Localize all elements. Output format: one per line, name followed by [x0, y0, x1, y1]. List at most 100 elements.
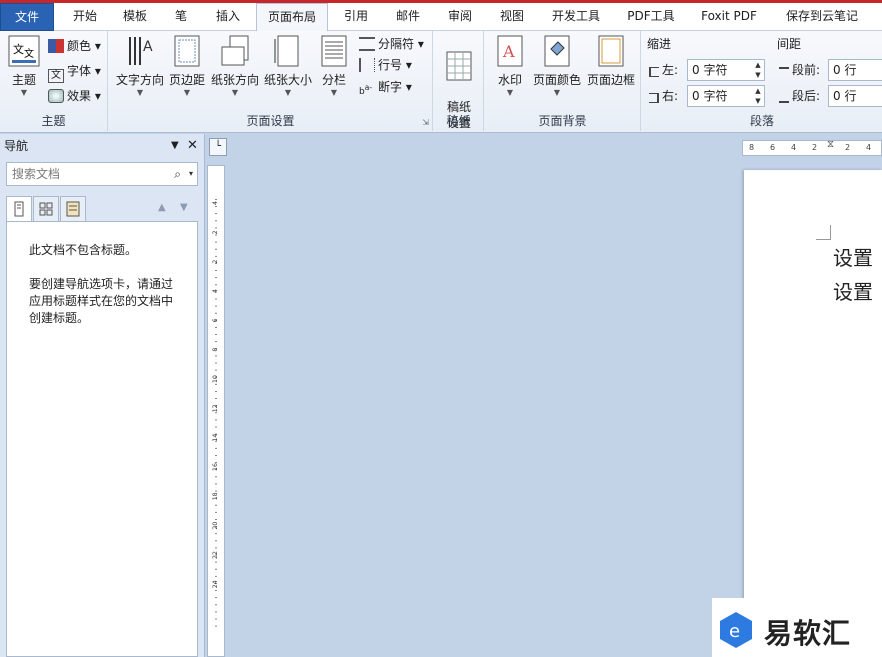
spacing-after-icon: [779, 93, 789, 103]
columns-button[interactable]: 分栏 ▼: [319, 35, 349, 98]
navigation-pane: 导航 ▼ ✕ 搜索文档 ⌕ ▾ ▲ ▼ 此文档不包含标题。 要创建导航选项卡，请…: [0, 134, 205, 657]
page-border-icon: [598, 35, 624, 67]
navigation-results: 此文档不包含标题。 要创建导航选项卡，请通过应用标题样式在您的文档中创建标题。: [6, 221, 198, 657]
orientation-button[interactable]: 纸张方向 ▼: [210, 35, 260, 98]
theme-fonts-button[interactable]: 文字体 ▾: [48, 60, 101, 83]
margin-corner-mark: [816, 225, 831, 240]
line-numbers-button[interactable]: 行号 ▾: [359, 54, 412, 76]
chevron-down-icon: ▼: [20, 88, 28, 97]
chevron-down-icon: ▼: [183, 88, 191, 97]
tab-stop-selector[interactable]: └: [209, 138, 227, 156]
page-border-button[interactable]: 页面边框: [585, 35, 637, 88]
search-document-input[interactable]: 搜索文档 ⌕ ▾: [6, 162, 198, 186]
spacing-after-text: 段后:: [792, 89, 821, 103]
font-icon: 文: [48, 69, 64, 83]
spacing-heading: 间距: [777, 37, 802, 51]
ribbon: 文文 主题 ▼ 颜色 ▾ 文字体 ▾ 效果 ▾ 主题 A 文字方向 ▼ 页边距 …: [0, 31, 882, 133]
spacing-before-input[interactable]: 0 行: [828, 59, 882, 81]
watermark-overlay: e 易软汇: [712, 598, 882, 657]
close-icon[interactable]: ✕: [187, 134, 198, 158]
spin-arrows-icon[interactable]: ▲ ▼: [752, 86, 764, 106]
tab-home[interactable]: 开始: [62, 3, 108, 31]
pane-menu-icon[interactable]: ▼: [171, 134, 179, 158]
tab-mailings[interactable]: 邮件: [385, 3, 431, 31]
breaks-button[interactable]: 分隔符 ▾: [359, 33, 424, 55]
document-page: 设置 设置: [744, 170, 882, 657]
tab-headings-view[interactable]: [6, 196, 32, 222]
ruler-tick-label: 18: [212, 492, 219, 500]
indent-left-value: 0 字符: [692, 63, 728, 77]
margins-button[interactable]: 页边距 ▼: [169, 35, 205, 98]
tab-pen[interactable]: 笔: [162, 3, 200, 31]
tab-references[interactable]: 引用: [333, 3, 379, 31]
page-color-button[interactable]: 页面颜色 ▼: [532, 35, 582, 98]
tab-pages-view[interactable]: [33, 196, 59, 222]
tab-save-cloud-note[interactable]: 保存到云笔记: [772, 3, 872, 31]
paint-bucket-icon: [544, 35, 570, 67]
indent-left-label: 左:: [649, 59, 678, 81]
margins-label: 页边距: [169, 73, 206, 87]
indent-right-input[interactable]: 0 字符 ▲ ▼: [687, 85, 765, 107]
navigation-header: 导航 ▼ ✕: [0, 134, 205, 158]
group-page-background: A 水印 ▼ 页面颜色 ▼ 页面边框 页面背景: [485, 31, 641, 131]
orientation-icon: [221, 35, 249, 66]
dialog-launcher-icon[interactable]: ⇲: [422, 118, 429, 127]
search-icon[interactable]: ⌕: [174, 163, 181, 185]
tab-templates[interactable]: 模板: [112, 3, 158, 31]
document-text-line[interactable]: 设置: [833, 276, 873, 305]
tab-developer[interactable]: 开发工具: [541, 3, 611, 31]
hyphenation-button[interactable]: ba- 断字 ▾: [359, 76, 412, 98]
tab-view[interactable]: 视图: [489, 3, 535, 31]
previous-icon[interactable]: ▲: [158, 202, 166, 213]
tab-page-layout[interactable]: 页面布局: [256, 3, 328, 32]
theme-colors-label: 颜色: [67, 39, 92, 53]
watermark-label: 水印: [497, 73, 522, 87]
ruler-tick-label: 2: [845, 143, 851, 152]
tab-file[interactable]: 文件: [0, 3, 54, 31]
vertical-ruler: 4224681012141618202224: [207, 165, 225, 657]
spacing-after-input[interactable]: 0 行: [828, 85, 882, 107]
text-direction-button[interactable]: A 文字方向 ▼: [115, 35, 165, 98]
ruler-tick-label: 4: [212, 201, 219, 205]
margins-icon: [174, 35, 200, 67]
spacing-after-value: 0 行: [833, 89, 857, 103]
tab-review[interactable]: 审阅: [437, 3, 483, 31]
themes-icon: 文文: [8, 35, 40, 67]
chevron-down-icon: ▼: [330, 88, 338, 97]
theme-colors-button[interactable]: 颜色 ▾: [48, 35, 101, 57]
manuscript-icon: [446, 51, 472, 81]
spin-arrows-icon[interactable]: ▲ ▼: [752, 60, 764, 80]
tab-results-view[interactable]: [60, 196, 86, 222]
themes-label: 主题: [11, 73, 36, 87]
tab-pdf-tools[interactable]: PDF工具: [617, 3, 685, 31]
document-text-line[interactable]: 设置: [833, 242, 873, 271]
themes-button[interactable]: 文文 主题 ▼: [6, 35, 42, 98]
theme-effects-button[interactable]: 效果 ▾: [48, 85, 101, 107]
text-direction-icon: A: [129, 37, 153, 65]
size-button[interactable]: 纸张大小 ▼: [263, 35, 313, 98]
group-paragraph: 缩进 间距 左: 0 字符 ▲ ▼ 右: 0 字符 ▲ ▼ 段前: 0 行 段后: 0 …: [642, 31, 882, 131]
chevron-down-icon: ▼: [553, 88, 561, 97]
indent-marker-icon[interactable]: ⧖: [827, 139, 834, 150]
watermark-button[interactable]: A 水印 ▼: [493, 35, 527, 98]
navigation-title: 导航: [4, 139, 29, 153]
indent-heading: 缩进: [647, 37, 672, 51]
tab-foxit-pdf[interactable]: Foxit PDF: [692, 3, 766, 31]
indent-left-icon: [649, 67, 659, 77]
spacing-after-label: 段后:: [779, 85, 820, 107]
group-paragraph-label: 段落: [749, 114, 774, 128]
indent-left-input[interactable]: 0 字符 ▲ ▼: [687, 59, 765, 81]
indent-right-label: 右:: [649, 85, 678, 107]
line-numbers-label: 行号: [378, 58, 403, 72]
theme-fonts-label: 字体: [67, 64, 92, 78]
chevron-down-icon: ▼: [506, 88, 514, 97]
ruler-tick-label: 2: [212, 260, 219, 264]
chevron-down-icon: ▼: [136, 88, 144, 97]
next-icon[interactable]: ▼: [180, 202, 188, 213]
horizontal-ruler: 8 6 4 2 2 4 ⧖: [742, 139, 882, 156]
tab-insert[interactable]: 插入: [205, 3, 251, 31]
ruler-tick-label: 22: [212, 551, 219, 559]
page-border-label: 页面边框: [586, 73, 635, 87]
effects-icon: [48, 89, 64, 103]
chevron-down-icon[interactable]: ▾: [189, 163, 193, 185]
